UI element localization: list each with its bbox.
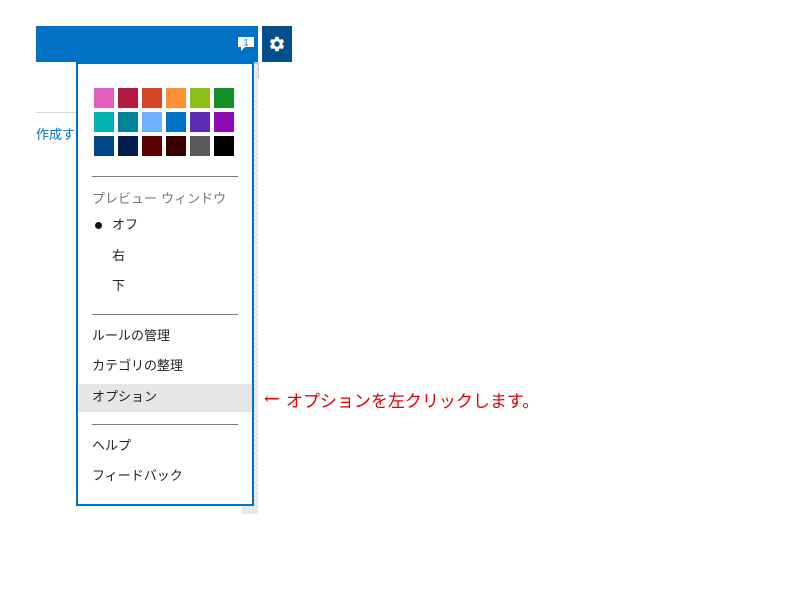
theme-color-swatch[interactable]: [94, 136, 114, 156]
theme-color-swatch[interactable]: [190, 88, 210, 108]
gear-icon: [269, 36, 285, 52]
menu-item-manage-categories[interactable]: カテゴリの整理: [78, 353, 252, 381]
preview-pane-option-right[interactable]: 右: [78, 243, 252, 271]
menu-divider: [92, 314, 238, 315]
preview-pane-option-label: 下: [112, 279, 126, 294]
chat-bubble-icon: 1: [238, 37, 254, 51]
theme-color-swatch[interactable]: [190, 136, 210, 156]
menu-item-manage-rules[interactable]: ルールの管理: [78, 323, 252, 351]
theme-color-swatch[interactable]: [142, 112, 162, 132]
preview-pane-heading: プレビュー ウィンドウ: [92, 192, 227, 207]
header-divider: [36, 112, 78, 113]
left-arrow-icon: ←: [264, 388, 280, 410]
menu-divider: [92, 176, 238, 177]
theme-color-swatch[interactable]: [118, 112, 138, 132]
theme-color-swatch[interactable]: [166, 112, 186, 132]
theme-color-swatch[interactable]: [94, 112, 114, 132]
settings-menu: プレビュー ウィンドウ オフ 右 下 ルールの管理 カテゴリの整理 オプション …: [76, 62, 254, 506]
instruction-text: オプションを左クリックします。: [285, 391, 540, 412]
theme-color-swatch[interactable]: [214, 112, 234, 132]
theme-color-swatch[interactable]: [214, 88, 234, 108]
theme-color-swatch[interactable]: [142, 88, 162, 108]
chat-button[interactable]: 1: [230, 28, 262, 60]
theme-color-swatch[interactable]: [166, 136, 186, 156]
preview-pane-option-off[interactable]: オフ: [78, 212, 252, 240]
menu-shadow: [242, 506, 258, 514]
menu-item-options[interactable]: オプション: [78, 384, 252, 412]
theme-color-picker: [94, 88, 238, 156]
menu-item-help[interactable]: ヘルプ: [78, 433, 252, 461]
settings-button[interactable]: [262, 26, 292, 62]
theme-color-swatch[interactable]: [166, 88, 186, 108]
theme-color-swatch[interactable]: [94, 88, 114, 108]
preview-pane-option-label: オフ: [112, 218, 139, 233]
menu-shadow: [254, 64, 258, 508]
theme-color-swatch[interactable]: [118, 136, 138, 156]
menu-item-feedback[interactable]: フィードバック: [78, 463, 252, 491]
instruction-annotation: ← オプションを左クリックします。: [264, 386, 539, 412]
top-bar: 1: [36, 26, 292, 62]
compose-link[interactable]: 作成す: [36, 127, 77, 145]
chat-badge: 1: [243, 38, 248, 48]
theme-color-swatch[interactable]: [118, 88, 138, 108]
preview-pane-option-bottom[interactable]: 下: [78, 273, 252, 301]
menu-divider: [92, 424, 238, 425]
theme-color-swatch[interactable]: [214, 136, 234, 156]
theme-color-swatch[interactable]: [190, 112, 210, 132]
selected-dot-icon: [95, 222, 102, 229]
preview-pane-option-label: 右: [112, 249, 126, 264]
theme-color-swatch[interactable]: [142, 136, 162, 156]
